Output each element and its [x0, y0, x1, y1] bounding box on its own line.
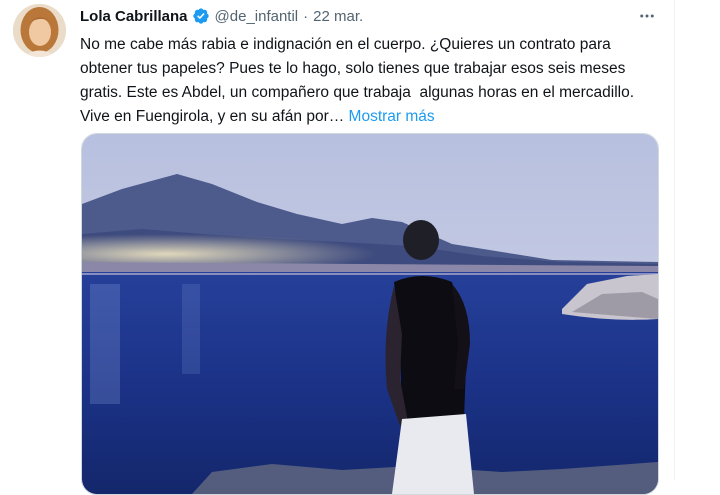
- separator-dot: ·: [303, 7, 309, 25]
- tweet-header: Lola Cabrillana @de_infantil · 22 mar.: [80, 6, 363, 26]
- tweet-date[interactable]: 22 mar.: [313, 8, 363, 25]
- more-options-button[interactable]: [636, 6, 658, 26]
- tweet-photo[interactable]: [81, 133, 659, 495]
- show-more-link[interactable]: Mostrar más: [349, 108, 435, 125]
- tweet-text: No me cabe más rabia e indignación en el…: [80, 33, 660, 129]
- timeline-divider: [674, 0, 675, 480]
- avatar[interactable]: [13, 4, 66, 57]
- verified-badge-icon: [192, 7, 210, 25]
- author-name[interactable]: Lola Cabrillana: [80, 8, 188, 25]
- more-options-icon: [638, 7, 656, 25]
- author-handle[interactable]: @de_infantil: [215, 8, 299, 25]
